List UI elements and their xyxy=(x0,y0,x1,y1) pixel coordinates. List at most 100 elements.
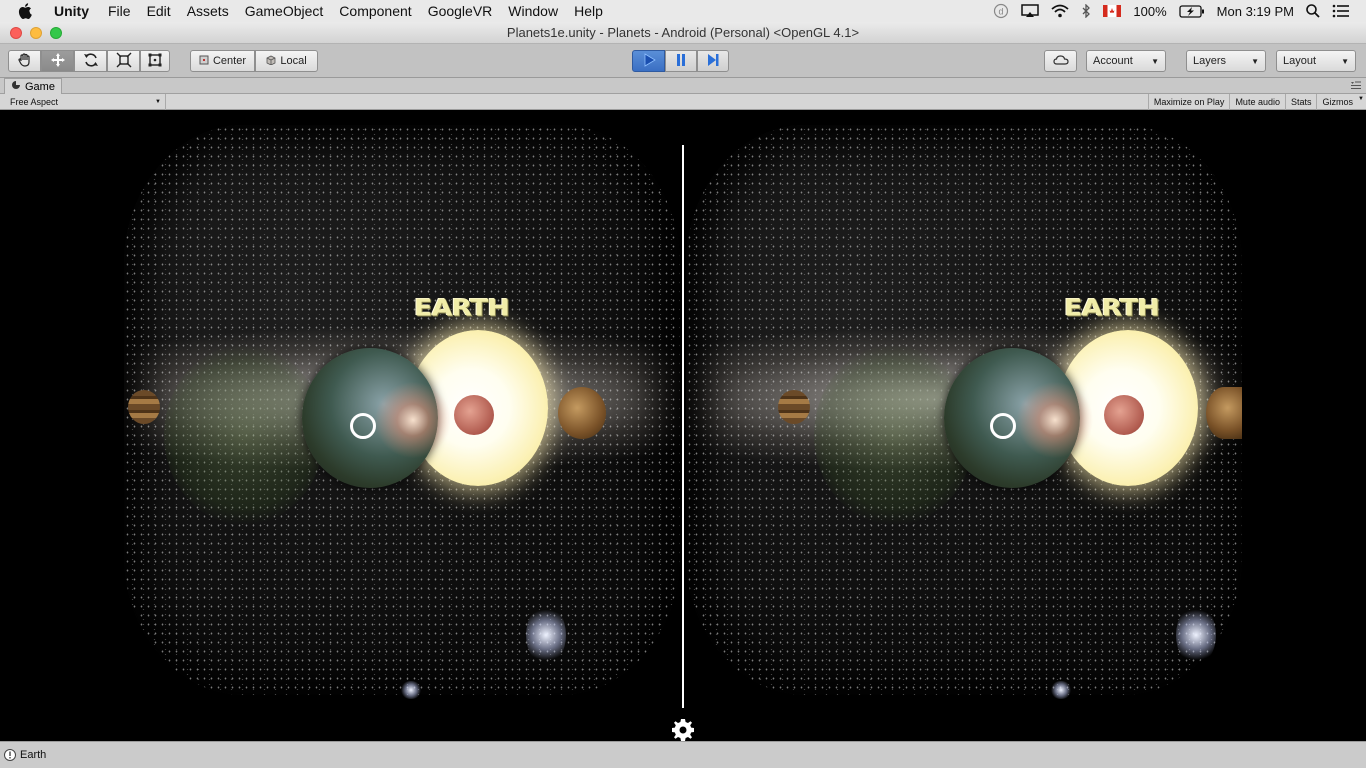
right-eye-view: EARTH xyxy=(686,125,1242,699)
menu-file[interactable]: File xyxy=(108,3,131,19)
tab-menu-icon[interactable] xyxy=(1350,80,1362,93)
bluetooth-icon[interactable] xyxy=(1081,4,1091,18)
unity-toolbar: Center Local Account ▼ Layers ▼ Layout ▼ xyxy=(0,44,1366,78)
layout-dropdown[interactable]: Layout ▼ xyxy=(1276,50,1356,72)
aspect-caret-icon: ▼ xyxy=(155,99,161,105)
pivot-center-toggle[interactable]: Center xyxy=(190,50,255,72)
play-icon xyxy=(642,52,656,70)
right-mars-planet xyxy=(1104,395,1144,435)
menu-gameobject[interactable]: GameObject xyxy=(245,3,324,19)
gizmos-toggle[interactable]: Gizmos xyxy=(1316,94,1358,110)
aspect-label: Free Aspect xyxy=(10,97,59,107)
wifi-icon[interactable] xyxy=(1051,4,1070,18)
menu-assets[interactable]: Assets xyxy=(187,3,229,19)
right-gaze-reticle xyxy=(990,413,1016,439)
macos-menubar: Unity File Edit Assets GameObject Compon… xyxy=(0,0,1366,22)
account-dropdown[interactable]: Account ▼ xyxy=(1086,50,1166,72)
right-small-galaxy xyxy=(1050,681,1072,699)
layout-label: Layout xyxy=(1283,55,1317,67)
game-viewport[interactable]: EARTH EARTH xyxy=(0,111,1366,741)
local-space-icon xyxy=(266,55,276,68)
menu-window[interactable]: Window xyxy=(508,3,558,19)
right-saturn-planet xyxy=(1206,387,1242,439)
left-gaze-reticle xyxy=(350,413,376,439)
status-menus: d 100% Mon 3:19 PM xyxy=(993,3,1350,19)
zoom-window-button[interactable] xyxy=(50,26,62,39)
aspect-dropdown[interactable]: Free Aspect ▼ xyxy=(6,94,166,110)
window-titlebar[interactable]: Planets1e.unity - Planets - Android (Per… xyxy=(0,22,1366,44)
pause-button[interactable] xyxy=(665,50,697,72)
game-view-controlbar: Free Aspect ▼ Maximize on Play Mute audi… xyxy=(0,94,1366,110)
move-tool-button[interactable] xyxy=(41,50,74,72)
battery-charging-icon[interactable] xyxy=(1179,4,1205,18)
tab-game[interactable]: Game xyxy=(4,78,62,94)
game-view-options: Maximize on Play Mute audio Stats Gizmos xyxy=(1147,94,1358,110)
cloud-services-button[interactable] xyxy=(1044,50,1077,72)
pivot-icon xyxy=(199,55,209,68)
hand-tool-button[interactable] xyxy=(8,50,41,72)
right-galaxy xyxy=(1176,605,1216,665)
svg-text:d: d xyxy=(999,7,1004,17)
info-icon xyxy=(4,749,16,761)
battery-percent[interactable]: 100% xyxy=(1133,4,1166,19)
step-icon xyxy=(706,53,720,70)
menu-component[interactable]: Component xyxy=(339,3,411,19)
canada-flag-icon[interactable] xyxy=(1103,5,1122,17)
pivot-label: Center xyxy=(212,55,247,67)
game-view-tabbar: Game xyxy=(0,78,1366,94)
app-menu[interactable]: Unity xyxy=(54,3,89,19)
rect-tool-button[interactable] xyxy=(140,50,170,72)
mute-audio-toggle[interactable]: Mute audio xyxy=(1229,94,1285,110)
pause-icon xyxy=(674,53,688,70)
left-galaxy xyxy=(526,605,566,665)
maximize-on-play-toggle[interactable]: Maximize on Play xyxy=(1147,94,1230,110)
cloud-icon xyxy=(1052,54,1069,69)
menubar-clock[interactable]: Mon 3:19 PM xyxy=(1217,4,1294,19)
rotate-icon xyxy=(83,52,99,71)
scale-icon xyxy=(116,52,132,71)
menu-edit[interactable]: Edit xyxy=(147,3,171,19)
vr-divider-line xyxy=(682,145,684,708)
left-small-galaxy xyxy=(400,681,422,699)
close-window-button[interactable] xyxy=(10,26,22,39)
console-statusbar[interactable]: Earth xyxy=(0,741,1366,768)
window-title: Planets1e.unity - Planets - Android (Per… xyxy=(506,25,860,40)
left-mars-planet xyxy=(454,395,494,435)
vr-settings-gear-icon[interactable] xyxy=(670,717,696,741)
menu-googlevr[interactable]: GoogleVR xyxy=(428,3,493,19)
layers-label: Layers xyxy=(1193,55,1227,67)
play-button[interactable] xyxy=(632,50,665,72)
left-earth-label: EARTH xyxy=(414,295,510,322)
stats-toggle[interactable]: Stats xyxy=(1284,94,1317,110)
account-caret-icon: ▼ xyxy=(1151,56,1159,66)
left-jupiter-planet xyxy=(128,390,160,424)
space-label: Local xyxy=(280,55,307,67)
game-tab-label: Game xyxy=(25,80,55,93)
layers-dropdown[interactable]: Layers ▼ xyxy=(1186,50,1266,72)
rect-transform-icon xyxy=(147,52,163,71)
airplay-icon[interactable] xyxy=(1021,4,1040,18)
apple-menu-icon[interactable] xyxy=(18,3,42,19)
right-jupiter-planet xyxy=(778,390,810,424)
left-lens-flare xyxy=(368,375,458,465)
left-faded-planet xyxy=(164,345,324,525)
left-saturn-planet xyxy=(558,387,606,439)
dropbox-icon[interactable]: d xyxy=(993,3,1009,19)
account-label: Account xyxy=(1093,55,1133,67)
spotlight-search-icon[interactable] xyxy=(1306,4,1320,18)
right-earth-label: EARTH xyxy=(1064,295,1160,322)
layout-caret-icon: ▼ xyxy=(1341,56,1349,66)
game-view-icon xyxy=(11,80,21,93)
pivot-local-toggle[interactable]: Local xyxy=(255,50,318,72)
minimize-window-button[interactable] xyxy=(30,26,42,39)
right-lens-flare xyxy=(1010,375,1100,465)
rotate-tool-button[interactable] xyxy=(74,50,107,72)
scale-tool-button[interactable] xyxy=(107,50,140,72)
notification-center-icon[interactable] xyxy=(1332,4,1350,18)
menu-help[interactable]: Help xyxy=(574,3,603,19)
status-message: Earth xyxy=(20,749,47,761)
left-eye-view: EARTH xyxy=(124,125,680,699)
hand-icon xyxy=(17,52,33,71)
gizmos-caret-icon[interactable]: ▼ xyxy=(1358,96,1364,102)
step-button[interactable] xyxy=(697,50,729,72)
